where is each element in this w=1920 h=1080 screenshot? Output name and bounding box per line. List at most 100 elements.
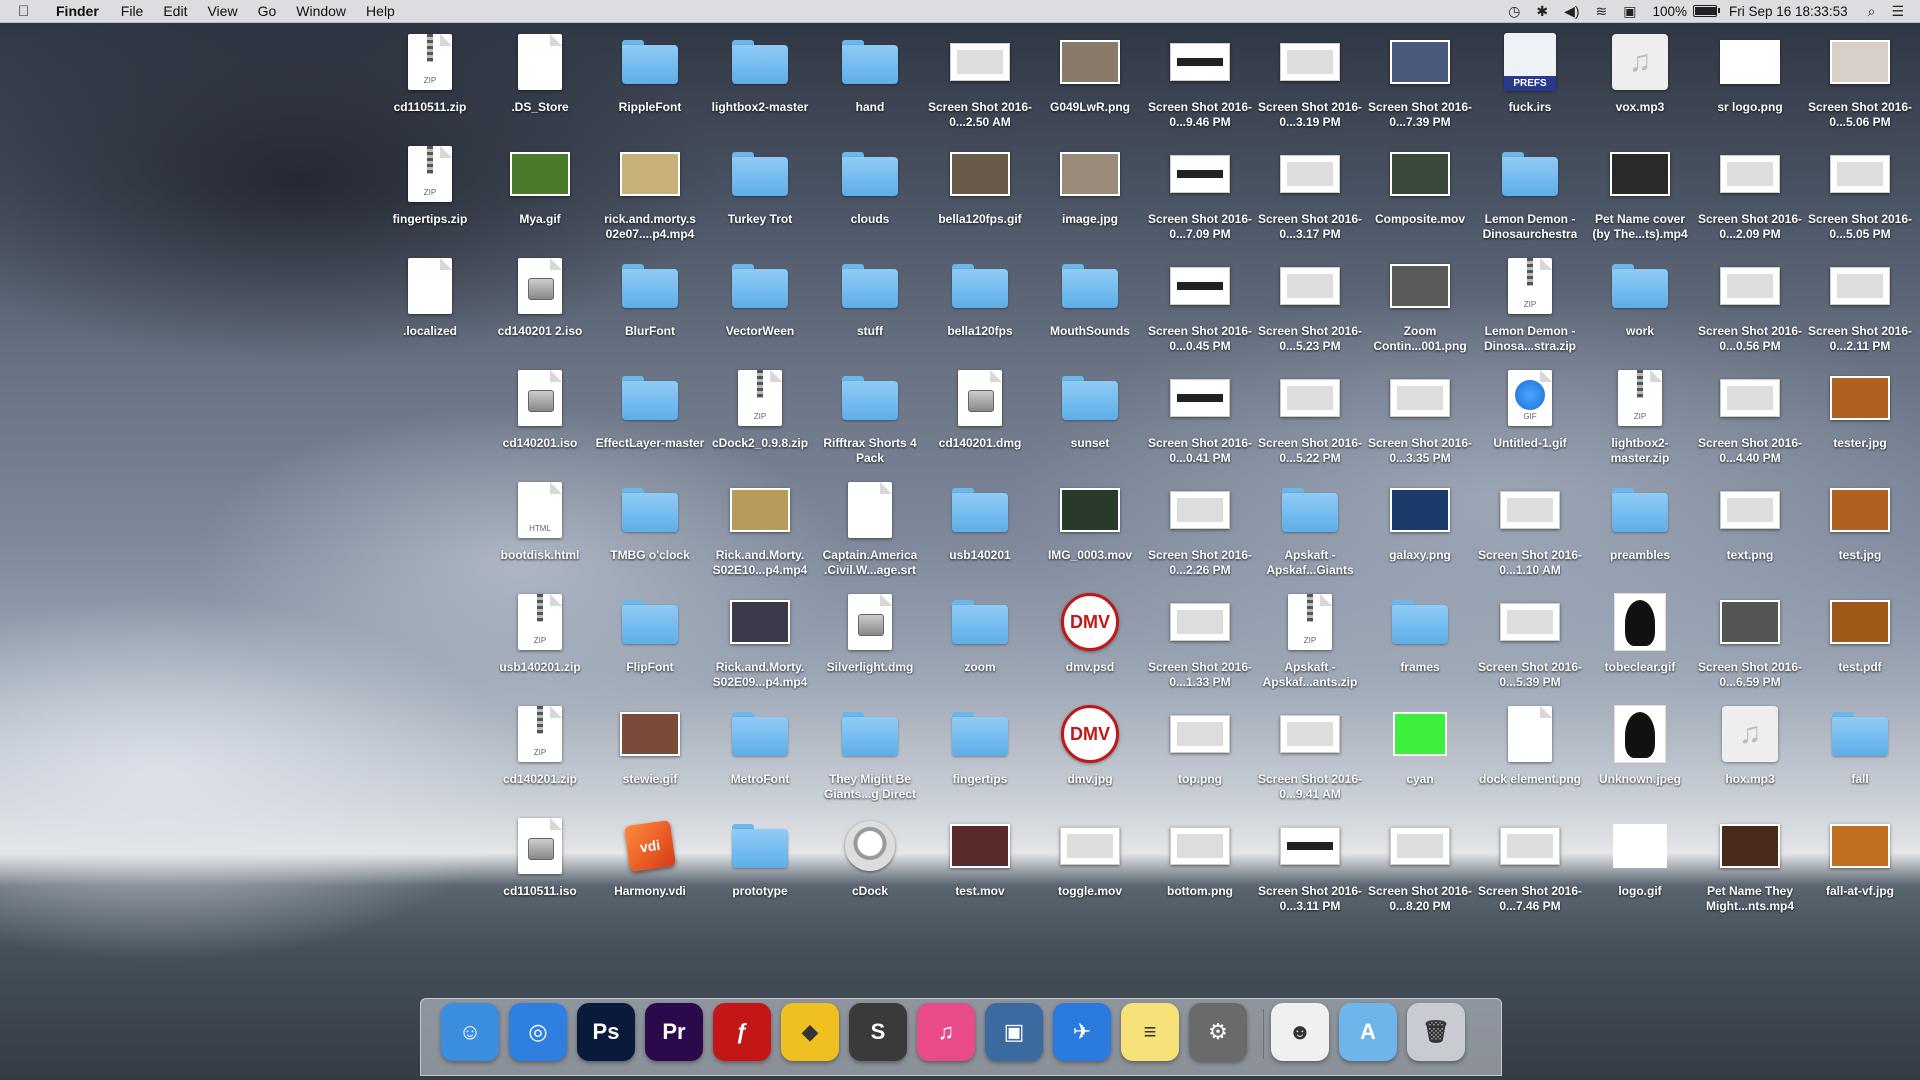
desktop-icon[interactable]: fall [1805, 694, 1915, 806]
battery-percent[interactable]: 100% [1652, 4, 1687, 19]
desktop-icon[interactable]: Mya.gif [485, 134, 595, 246]
desktop-icon[interactable]: Screen Shot 2016-0...5.05 PM [1805, 134, 1915, 246]
desktop-icon[interactable]: stuff [815, 246, 925, 358]
desktop-icon[interactable]: cd140201 2.iso [485, 246, 595, 358]
desktop-icon[interactable]: Screen Shot 2016-0...6.59 PM [1695, 582, 1805, 694]
desktop-icon[interactable]: Turkey Trot [705, 134, 815, 246]
desktop-icon[interactable]: RippleFont [595, 22, 705, 134]
dock-premiere-icon[interactable]: Pr [645, 1003, 703, 1061]
desktop-icon[interactable]: Apskaft - Apskaf...Giants [1255, 470, 1365, 582]
dock-system-preferences-icon[interactable]: ⚙ [1189, 1003, 1247, 1061]
menu-edit[interactable]: Edit [163, 3, 187, 19]
dock-trash-icon[interactable]: 🗑 [1407, 1003, 1465, 1061]
desktop-icon[interactable]: Screen Shot 2016-0...7.09 PM [1145, 134, 1255, 246]
desktop-icon[interactable]: Screen Shot 2016-0...4.40 PM [1695, 358, 1805, 470]
desktop-icon[interactable]: prototype [705, 806, 815, 918]
menu-file[interactable]: File [121, 3, 144, 19]
desktop-icon[interactable]: Screen Shot 2016-0...0.41 PM [1145, 358, 1255, 470]
desktop-icon[interactable]: FlipFont [595, 582, 705, 694]
dock-flash-icon[interactable]: ƒ [713, 1003, 771, 1061]
time-machine-icon[interactable]: ◷ [1508, 3, 1520, 20]
desktop-icon[interactable]: Screen Shot 2016-0...5.23 PM [1255, 246, 1365, 358]
desktop-icon[interactable]: Screen Shot 2016-0...1.33 PM [1145, 582, 1255, 694]
input-source-icon[interactable]: ▣ [1623, 3, 1636, 20]
menu-window[interactable]: Window [296, 3, 346, 19]
desktop-icon[interactable]: Screen Shot 2016-0...2.26 PM [1145, 470, 1255, 582]
desktop-icon[interactable]: Screen Shot 2016-0...3.11 PM [1255, 806, 1365, 918]
desktop-icon[interactable]: GIF Untitled-1.gif [1475, 358, 1585, 470]
desktop-icon[interactable]: ZIP cd140201.zip [485, 694, 595, 806]
desktop-icon[interactable]: stewie.gif [595, 694, 705, 806]
desktop-icon[interactable]: Screen Shot 2016-0...0.45 PM [1145, 246, 1255, 358]
dock-applications-folder-icon[interactable]: A [1339, 1003, 1397, 1061]
desktop-icon[interactable]: HTML bootdisk.html [485, 470, 595, 582]
desktop-icon[interactable]: frames [1365, 582, 1475, 694]
desktop-icon[interactable]: Screen Shot 2016-0...5.39 PM [1475, 582, 1585, 694]
menu-view[interactable]: View [207, 3, 237, 19]
desktop-icon[interactable]: clouds [815, 134, 925, 246]
menu-app-name[interactable]: Finder [56, 3, 99, 19]
desktop-icon[interactable]: Screen Shot 2016-0...5.22 PM [1255, 358, 1365, 470]
desktop-icon[interactable]: VectorWeen [705, 246, 815, 358]
desktop-icon[interactable]: ♫ vox.mp3 [1585, 22, 1695, 134]
desktop-icon[interactable]: Composite.mov [1365, 134, 1475, 246]
desktop-icon[interactable]: PREFS fuck.irs [1475, 22, 1585, 134]
desktop-icon[interactable]: MouthSounds [1035, 246, 1145, 358]
desktop-icon[interactable]: dock element.png [1475, 694, 1585, 806]
dock-photoshop-icon[interactable]: Ps [577, 1003, 635, 1061]
desktop-icon[interactable]: Screen Shot 2016-0...2.11 PM [1805, 246, 1915, 358]
desktop-icon[interactable]: They Might Be Giants...g Direct [815, 694, 925, 806]
desktop-icon[interactable]: galaxy.png [1365, 470, 1475, 582]
desktop-icon[interactable]: usb140201 [925, 470, 1035, 582]
dock-finder-icon[interactable]: ☺ [441, 1003, 499, 1061]
desktop-icon[interactable]: bottom.png [1145, 806, 1255, 918]
desktop-icon[interactable]: fall-at-vf.jpg [1805, 806, 1915, 918]
dock-safari-icon[interactable]: ◎ [509, 1003, 567, 1061]
desktop-icon[interactable]: G049LwR.png [1035, 22, 1145, 134]
desktop-icon[interactable]: Pet Name cover (by The...ts).mp4 [1585, 134, 1695, 246]
desktop-icon[interactable]: test.pdf [1805, 582, 1915, 694]
desktop-icon[interactable]: logo.gif [1585, 806, 1695, 918]
desktop-icon[interactable]: top.png [1145, 694, 1255, 806]
desktop-icon[interactable]: bella120fps [925, 246, 1035, 358]
desktop-icon[interactable]: ♫ hox.mp3 [1695, 694, 1805, 806]
desktop-icon[interactable]: Rifftrax Shorts 4 Pack [815, 358, 925, 470]
desktop-icon[interactable]: .localized [375, 246, 485, 358]
desktop-icon[interactable]: Screen Shot 2016-0...7.46 PM [1475, 806, 1585, 918]
desktop-icon[interactable]: Pet Name They Might...nts.mp4 [1695, 806, 1805, 918]
desktop-icon[interactable]: ZIP cDock2_0.9.8.zip [705, 358, 815, 470]
desktop-icon[interactable]: Captain.America .Civil.W...age.srt [815, 470, 925, 582]
desktop-icon[interactable]: bella120fps.gif [925, 134, 1035, 246]
menu-go[interactable]: Go [258, 3, 277, 19]
desktop-icon[interactable]: DMV dmv.psd [1035, 582, 1145, 694]
desktop-icon[interactable]: toggle.mov [1035, 806, 1145, 918]
desktop-icon[interactable]: IMG_0003.mov [1035, 470, 1145, 582]
desktop-icon[interactable]: Screen Shot 2016-0...3.17 PM [1255, 134, 1365, 246]
desktop-icon[interactable]: ZIP fingertips.zip [375, 134, 485, 246]
desktop-icon[interactable]: Screen Shot 2016-0...8.20 PM [1365, 806, 1475, 918]
desktop-icon[interactable]: .DS_Store [485, 22, 595, 134]
desktop-icon[interactable]: sr logo.png [1695, 22, 1805, 134]
desktop-icon[interactable]: fingertips [925, 694, 1035, 806]
desktop-icon[interactable]: Screen Shot 2016-0...2.09 PM [1695, 134, 1805, 246]
bluetooth-icon[interactable]: ✱ [1536, 3, 1548, 20]
dock-sublime-text-icon[interactable]: S [849, 1003, 907, 1061]
desktop-icon[interactable]: ZIP usb140201.zip [485, 582, 595, 694]
desktop-icon[interactable]: test.mov [925, 806, 1035, 918]
desktop-icon[interactable]: MetroFont [705, 694, 815, 806]
menu-clock[interactable]: Fri Sep 16 18:33:53 [1729, 4, 1848, 19]
desktop-icon[interactable]: cd140201.iso [485, 358, 595, 470]
desktop-icon[interactable]: Zoom Contin...001.png [1365, 246, 1475, 358]
desktop-icon[interactable]: Rick.and.Morty. S02E09...p4.mp4 [705, 582, 815, 694]
desktop-icon[interactable]: vdi Harmony.vdi [595, 806, 705, 918]
desktop-icon[interactable]: EffectLayer-master [595, 358, 705, 470]
desktop-icon[interactable]: DMV dmv.jpg [1035, 694, 1145, 806]
desktop-icon[interactable]: Screen Shot 2016-0...0.56 PM [1695, 246, 1805, 358]
desktop-icon[interactable]: Screen Shot 2016-0...9.41 AM [1255, 694, 1365, 806]
dock-itunes-icon[interactable]: ♫ [917, 1003, 975, 1061]
desktop-icon[interactable]: rick.and.morty.s 02e07....p4.mp4 [595, 134, 705, 246]
desktop-icon[interactable]: cDock [815, 806, 925, 918]
desktop-icon[interactable]: Screen Shot 2016-0...2.50 AM [925, 22, 1035, 134]
desktop-icon[interactable]: zoom [925, 582, 1035, 694]
desktop-icon[interactable]: text.png [1695, 470, 1805, 582]
